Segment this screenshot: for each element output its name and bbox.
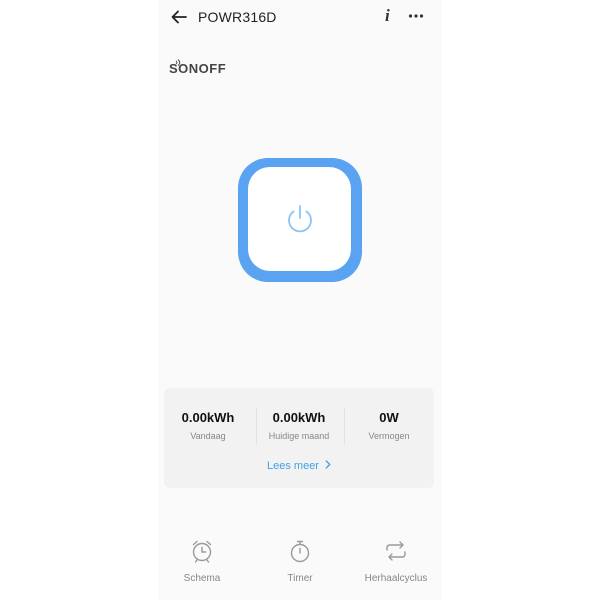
timer-label: Timer <box>287 573 313 584</box>
stat-value: 0.00kWh <box>181 410 235 425</box>
repeat-icon <box>386 541 406 561</box>
stat-label: Vermogen <box>368 431 410 441</box>
read-more-label: Lees meer <box>267 460 319 472</box>
stat-value: 0.00kWh <box>272 410 326 425</box>
stat-label: Vandaag <box>190 431 226 441</box>
power-icon <box>288 205 312 233</box>
sonoff-logo: SONOFF <box>169 59 226 76</box>
device-screen: POWR316D i SONOFF 0.00kWh Vandaag 0.00kW… <box>158 0 442 600</box>
logo-text: SONOFF <box>169 61 226 76</box>
read-more-link[interactable]: Lees meer <box>164 460 434 472</box>
info-icon[interactable]: i <box>385 7 395 25</box>
stat-value: 0W <box>379 410 399 425</box>
energy-stats-card: 0.00kWh Vandaag 0.00kWh Huidige maand 0W… <box>164 388 434 488</box>
power-button[interactable] <box>238 158 362 282</box>
bottom-actions: Schema Timer Herhaalcyclus <box>158 538 442 598</box>
stat-month: 0.00kWh Huidige maand <box>255 410 343 441</box>
stat-label: Huidige maand <box>268 431 330 441</box>
stat-today: 0.00kWh Vandaag <box>164 410 252 441</box>
timer-button[interactable]: Timer <box>253 538 347 584</box>
stopwatch-icon <box>290 540 310 563</box>
alarm-clock-icon <box>192 540 212 563</box>
power-button-face <box>248 167 351 271</box>
repeat-cycle-button[interactable]: Herhaalcyclus <box>349 538 443 584</box>
schema-button[interactable]: Schema <box>155 538 249 584</box>
top-bar: POWR316D i <box>158 0 442 34</box>
more-horizontal-icon[interactable] <box>408 9 424 23</box>
arrow-left-icon[interactable] <box>170 8 188 26</box>
chevron-right-icon <box>325 460 331 472</box>
schema-label: Schema <box>183 573 221 584</box>
stat-power: 0W Vermogen <box>345 410 433 441</box>
repeat-cycle-label: Herhaalcyclus <box>364 573 428 584</box>
page-title: POWR316D <box>198 9 277 25</box>
